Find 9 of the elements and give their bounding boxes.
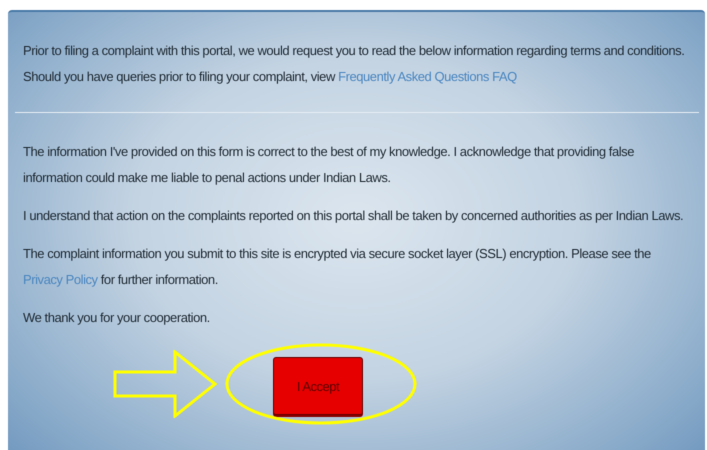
terms-paragraph: The complaint information you submit to this site is encrypted via secure socket layer (SSL) encryption. Please see the Privacy Policy for further information. xyxy=(23,245,652,289)
arrow-annotation-icon xyxy=(113,350,217,418)
accept-button[interactable]: I Accept xyxy=(273,357,363,415)
terms-paragraph: We thank you for your cooperation. xyxy=(23,309,211,327)
intro-paragraph: Prior to filing a complaint with this portal, we would request you to read the below information regarding terms and conditions. Should you have queries prior to filing your complaint, view Frequently Asked Questions FAQ xyxy=(23,42,686,86)
policy-link[interactable]: Privacy Policy xyxy=(23,272,98,287)
faq-link[interactable]: Frequently Asked Questions FAQ xyxy=(338,69,517,84)
terms-paragraph: The information I've provided on this form is correct to the best of my knowledge. I acknowledge that providing false information could make me liable to penal actions under Indian Laws. xyxy=(23,143,636,187)
terms-paragraph: I understand that action on the complaints reported on this portal shall be taken by concerned authorities as per Indian Laws. xyxy=(23,207,684,225)
